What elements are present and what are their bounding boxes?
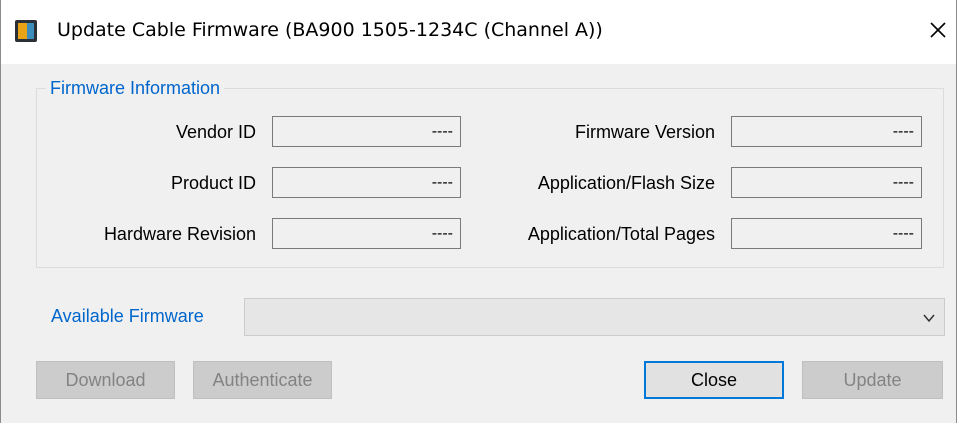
app-flash-size-label: Application/Flash Size bbox=[537, 173, 715, 193]
available-firmware-select[interactable] bbox=[244, 298, 945, 336]
hardware-revision-field[interactable]: ---- bbox=[272, 218, 461, 249]
product-id-field[interactable]: ---- bbox=[272, 167, 461, 198]
vendor-id-field[interactable]: ---- bbox=[272, 116, 461, 147]
app-flash-size-field[interactable]: ---- bbox=[731, 167, 922, 198]
title-bar[interactable]: Update Cable Firmware (BA900 1505-1234C … bbox=[1, 0, 956, 64]
close-icon[interactable] bbox=[926, 18, 950, 42]
vendor-id-label: Vendor ID bbox=[175, 122, 256, 142]
chevron-down-icon bbox=[923, 314, 935, 323]
app-total-pages-label: Application/Total Pages bbox=[527, 224, 715, 244]
window-title: Update Cable Firmware (BA900 1505-1234C … bbox=[57, 19, 603, 41]
firmware-version-label: Firmware Version bbox=[574, 122, 715, 142]
update-button[interactable]: Update bbox=[802, 361, 943, 399]
app-icon bbox=[15, 20, 37, 42]
authenticate-button[interactable]: Authenticate bbox=[193, 361, 332, 399]
product-id-label: Product ID bbox=[170, 173, 256, 193]
available-firmware-label: Available Firmware bbox=[51, 306, 204, 326]
group-title: Firmware Information bbox=[46, 78, 225, 99]
download-button[interactable]: Download bbox=[36, 361, 175, 399]
firmware-dialog: Update Cable Firmware (BA900 1505-1234C … bbox=[0, 0, 957, 423]
hardware-revision-label: Hardware Revision bbox=[103, 224, 256, 244]
close-button[interactable]: Close bbox=[644, 361, 784, 399]
firmware-version-field[interactable]: ---- bbox=[731, 116, 922, 147]
app-total-pages-field[interactable]: ---- bbox=[731, 218, 922, 249]
